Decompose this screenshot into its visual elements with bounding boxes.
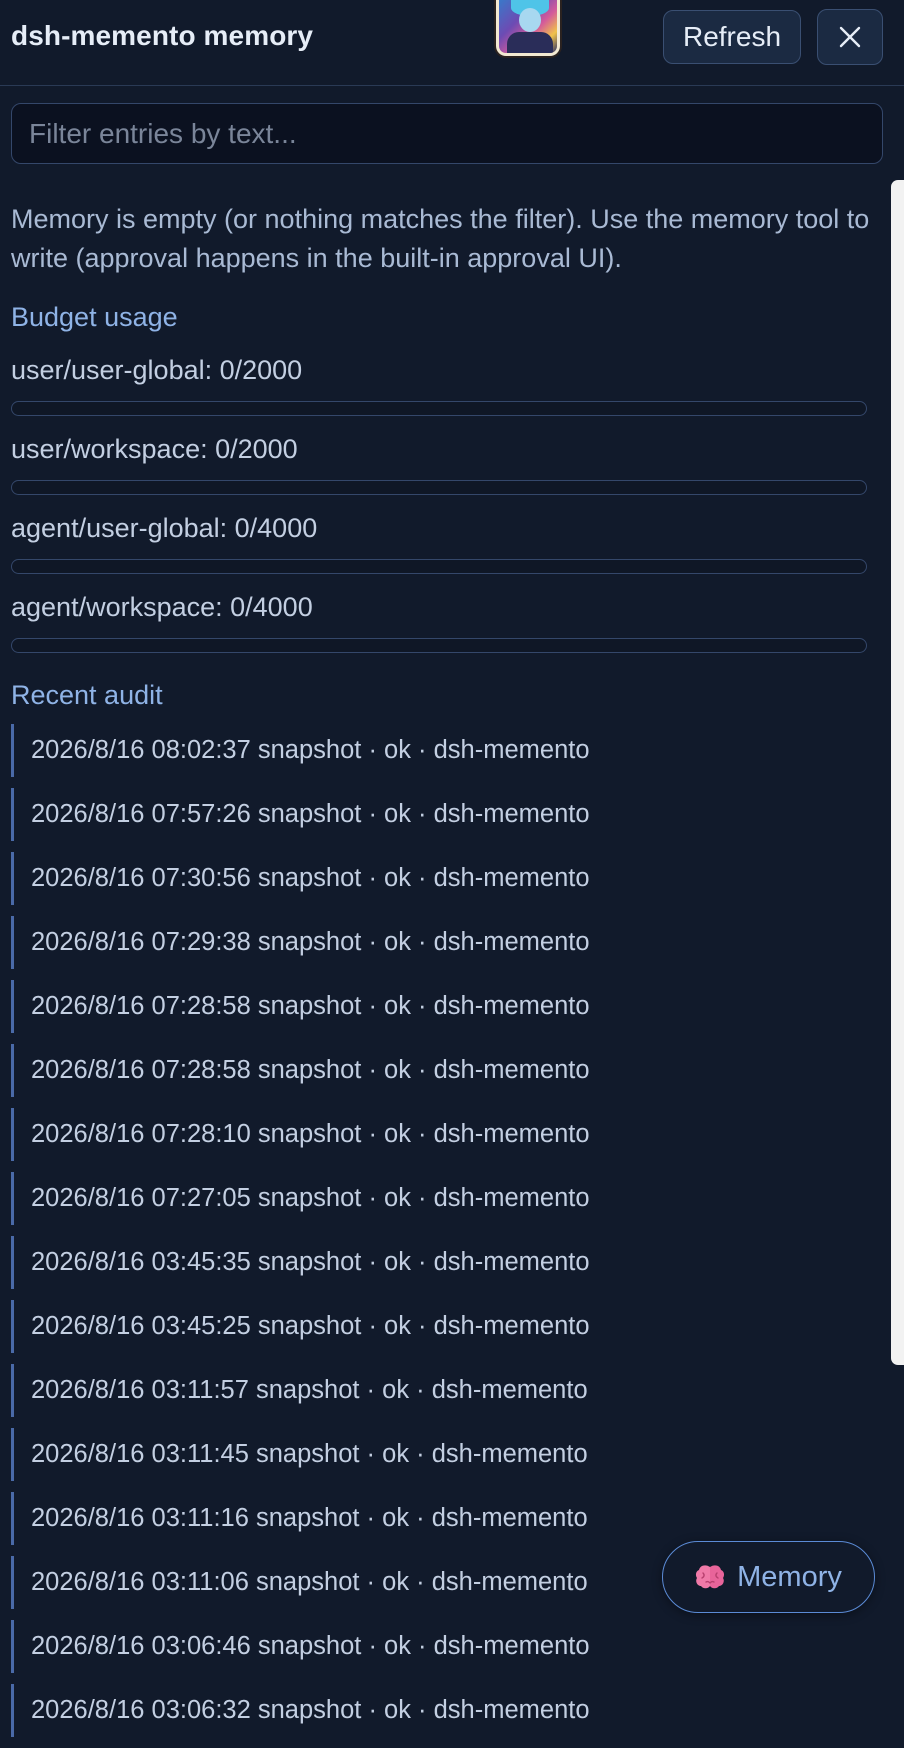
panel-header: dsh-memento memory Refresh: [0, 0, 904, 86]
audit-entry: 2026/8/16 03:45:35 snapshot · ok · dsh-m…: [11, 1236, 871, 1289]
close-icon: [839, 26, 861, 48]
audit-entry: 2026/8/16 03:06:46 snapshot · ok · dsh-m…: [11, 1620, 871, 1673]
budget-label-agent-workspace: agent/workspace: 0/4000: [11, 592, 313, 622]
audit-entry: 2026/8/16 03:11:16 snapshot · ok · dsh-m…: [11, 1492, 871, 1545]
avatar-body: [507, 32, 553, 53]
brain-icon: [696, 1565, 725, 1589]
memory-fab-label: Memory: [737, 1560, 842, 1593]
filter-input[interactable]: [11, 103, 883, 164]
budget-label-user-workspace: user/workspace: 0/2000: [11, 434, 298, 464]
audit-section-title: Recent audit: [11, 680, 163, 710]
audit-entry: 2026/8/16 03:11:57 snapshot · ok · dsh-m…: [11, 1364, 871, 1417]
avatar-face: [519, 8, 541, 32]
audit-entry: 2026/8/16 03:06:32 snapshot · ok · dsh-m…: [11, 1684, 871, 1737]
audit-entry: 2026/8/16 07:29:38 snapshot · ok · dsh-m…: [11, 916, 871, 969]
audit-entry: 2026/8/16 07:28:58 snapshot · ok · dsh-m…: [11, 980, 871, 1033]
budget-label-agent-global: agent/user-global: 0/4000: [11, 513, 318, 543]
audit-entry: 2026/8/16 03:45:25 snapshot · ok · dsh-m…: [11, 1300, 871, 1353]
refresh-button[interactable]: Refresh: [663, 10, 801, 64]
avatar[interactable]: [496, 0, 560, 56]
audit-entry: 2026/8/16 07:27:05 snapshot · ok · dsh-m…: [11, 1172, 871, 1225]
memory-fab-button[interactable]: Memory: [662, 1541, 875, 1613]
audit-entry: 2026/8/16 07:30:56 snapshot · ok · dsh-m…: [11, 852, 871, 905]
audit-entry: 2026/8/16 07:57:26 snapshot · ok · dsh-m…: [11, 788, 871, 841]
budget-bar-agent-workspace: [11, 638, 867, 653]
budget-section-title: Budget usage: [11, 302, 178, 332]
audit-entry: 2026/8/16 08:02:37 snapshot · ok · dsh-m…: [11, 724, 871, 777]
close-button[interactable]: [817, 9, 883, 65]
audit-entry: 2026/8/16 07:28:10 snapshot · ok · dsh-m…: [11, 1108, 871, 1161]
audit-entry: 2026/8/16 07:28:58 snapshot · ok · dsh-m…: [11, 1044, 871, 1097]
scrollbar[interactable]: [891, 180, 904, 1365]
budget-label-user-global: user/user-global: 0/2000: [11, 355, 303, 385]
audit-entry: 2026/8/16 03:11:45 snapshot · ok · dsh-m…: [11, 1428, 871, 1481]
panel-title: dsh-memento memory: [11, 20, 314, 51]
empty-message: Memory is empty (or nothing matches the …: [11, 204, 870, 273]
budget-bar-user-global: [11, 401, 867, 416]
budget-bar-user-workspace: [11, 480, 867, 495]
budget-bar-agent-global: [11, 559, 867, 574]
